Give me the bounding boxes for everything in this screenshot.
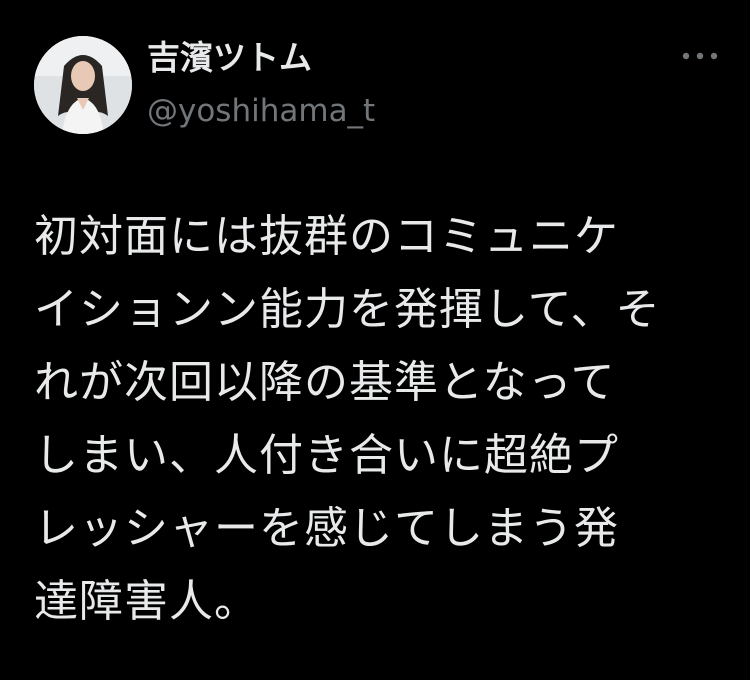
display-name[interactable]: 吉濱ツトム (147, 38, 312, 78)
more-options-icon (682, 52, 718, 60)
tweet-text-line: レッシャーを感じてしまう発 (34, 503, 619, 554)
tweet-text-line: しまい、人付き合いに超絶プ (34, 430, 619, 481)
more-options-button[interactable] (680, 44, 720, 68)
tweet-text-line: イションン能力を発揮して、そ (34, 284, 661, 335)
tweet-text: 初対面には抜群のコミュニケ イションン能力を発揮して、そ れが次回以降の基準とな… (34, 200, 724, 638)
tweet-text-line: 達障害人。 (34, 576, 259, 627)
tweet-text-line: 初対面には抜群のコミュニケ (34, 211, 619, 262)
tweet-text-line: れが次回以降の基準となって (34, 357, 616, 408)
user-handle[interactable]: @yoshihama_t (147, 92, 375, 130)
profile-photo-icon (34, 36, 132, 134)
tweet-card: 吉濱ツトム @yoshihama_t 初対面には抜群のコミュニケ イションン能力… (0, 0, 750, 680)
avatar[interactable] (34, 36, 132, 134)
